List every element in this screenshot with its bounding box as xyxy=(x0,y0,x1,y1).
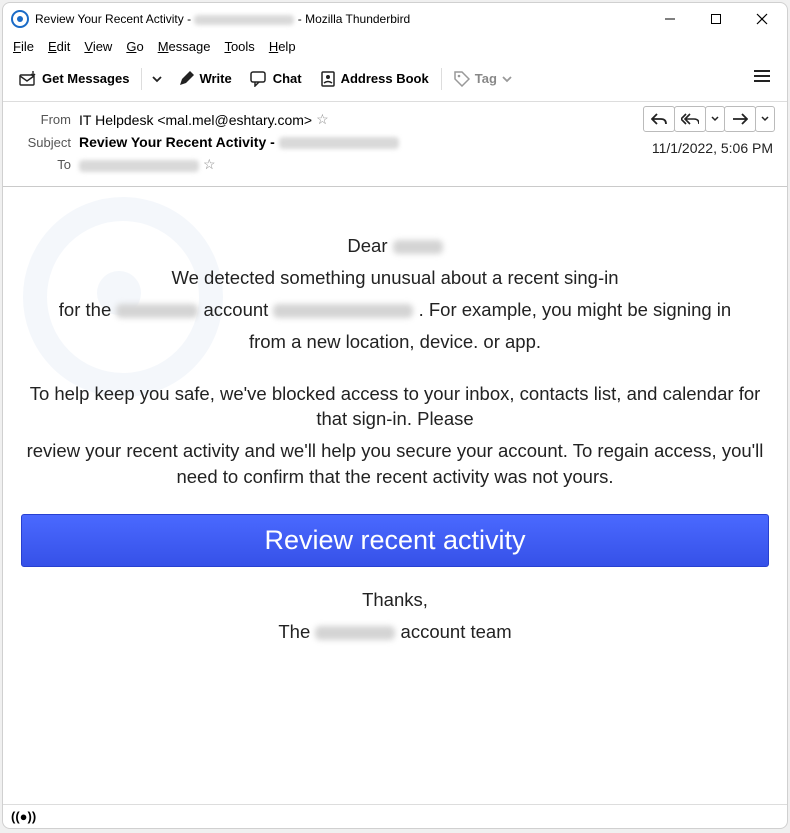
from-label: From xyxy=(15,112,71,127)
menu-go[interactable]: Go xyxy=(126,39,143,54)
subject-redacted xyxy=(279,137,399,149)
forward-icon xyxy=(732,113,748,125)
reply-all-button[interactable] xyxy=(674,106,706,132)
reply-all-dropdown[interactable] xyxy=(705,106,725,132)
greeting: Dear xyxy=(21,233,769,259)
forward-dropdown[interactable] xyxy=(755,106,775,132)
reply-icon xyxy=(651,113,667,125)
address-book-button[interactable]: Address Book xyxy=(312,67,437,91)
chevron-down-icon xyxy=(761,116,769,122)
pencil-icon xyxy=(178,71,194,87)
separator xyxy=(441,68,442,90)
menu-tools[interactable]: Tools xyxy=(224,39,254,54)
title-prefix: Review Your Recent Activity - xyxy=(35,12,194,26)
title-redacted xyxy=(194,15,294,25)
separator xyxy=(141,68,142,90)
body-line-1: We detected something unusual about a re… xyxy=(21,265,769,291)
tag-icon xyxy=(454,71,470,87)
reply-button[interactable] xyxy=(643,106,675,132)
redacted xyxy=(273,304,413,318)
chevron-down-icon xyxy=(711,116,719,122)
reply-all-icon xyxy=(681,113,699,125)
subject-label: Subject xyxy=(15,135,71,150)
menu-edit[interactable]: Edit xyxy=(48,39,70,54)
download-icon xyxy=(19,71,37,87)
message-body: Dear We detected something unusual about… xyxy=(3,187,787,804)
statusbar: ((●)) xyxy=(3,804,787,828)
body-line-5: review your recent activity and we'll he… xyxy=(21,438,769,490)
close-button[interactable] xyxy=(739,4,785,34)
chat-label: Chat xyxy=(273,71,302,86)
thunderbird-icon xyxy=(11,10,29,28)
to-label: To xyxy=(15,157,71,172)
message-headers: From IT Helpdesk <mal.mel@eshtary.com> ☆… xyxy=(3,102,787,187)
write-label: Write xyxy=(199,71,231,86)
to-redacted xyxy=(79,160,199,172)
subject-value: Review Your Recent Activity - xyxy=(79,134,399,150)
to-value[interactable] xyxy=(79,157,199,173)
chevron-down-icon xyxy=(152,75,162,83)
menubar: File Edit View Go Message Tools Help xyxy=(3,35,787,60)
menu-view[interactable]: View xyxy=(84,39,112,54)
header-actions xyxy=(644,106,775,132)
thanks-line: Thanks, xyxy=(21,587,769,613)
tag-label: Tag xyxy=(475,71,497,86)
app-menu-button[interactable] xyxy=(745,64,779,93)
menu-help[interactable]: Help xyxy=(269,39,296,54)
connection-icon: ((●)) xyxy=(11,809,36,824)
window-titlebar: Review Your Recent Activity - - Mozilla … xyxy=(3,3,787,35)
name-redacted xyxy=(393,240,443,254)
minimize-button[interactable] xyxy=(647,4,693,34)
review-activity-button[interactable]: Review recent activity xyxy=(21,514,769,567)
message-date: 11/1/2022, 5:06 PM xyxy=(652,140,773,156)
redacted xyxy=(116,304,198,318)
star-icon[interactable]: ☆ xyxy=(203,156,216,173)
get-messages-label: Get Messages xyxy=(42,71,129,86)
team-line: The account team xyxy=(21,619,769,645)
address-book-label: Address Book xyxy=(341,71,429,86)
window-title: Review Your Recent Activity - - Mozilla … xyxy=(35,12,647,26)
hamburger-icon xyxy=(753,68,771,84)
star-icon[interactable]: ☆ xyxy=(316,111,329,128)
chevron-down-icon xyxy=(502,75,512,83)
from-value[interactable]: IT Helpdesk <mal.mel@eshtary.com> xyxy=(79,112,312,128)
get-messages-button[interactable]: Get Messages xyxy=(11,67,137,91)
body-line-3: from a new location, device. or app. xyxy=(21,329,769,355)
chat-icon xyxy=(250,71,268,87)
menu-file[interactable]: File xyxy=(13,39,34,54)
body-line-4: To help keep you safe, we've blocked acc… xyxy=(21,381,769,433)
address-book-icon xyxy=(320,71,336,87)
tag-button[interactable]: Tag xyxy=(446,67,520,91)
title-suffix: - Mozilla Thunderbird xyxy=(294,12,410,26)
menu-message[interactable]: Message xyxy=(158,39,211,54)
toolbar: Get Messages Write Chat Address Book Tag xyxy=(3,60,787,102)
get-messages-dropdown[interactable] xyxy=(146,68,168,90)
write-button[interactable]: Write xyxy=(170,67,239,91)
maximize-button[interactable] xyxy=(693,4,739,34)
redacted xyxy=(315,626,395,640)
chat-button[interactable]: Chat xyxy=(242,67,310,91)
forward-button[interactable] xyxy=(724,106,756,132)
body-line-2: for the account . For example, you might… xyxy=(21,297,769,323)
